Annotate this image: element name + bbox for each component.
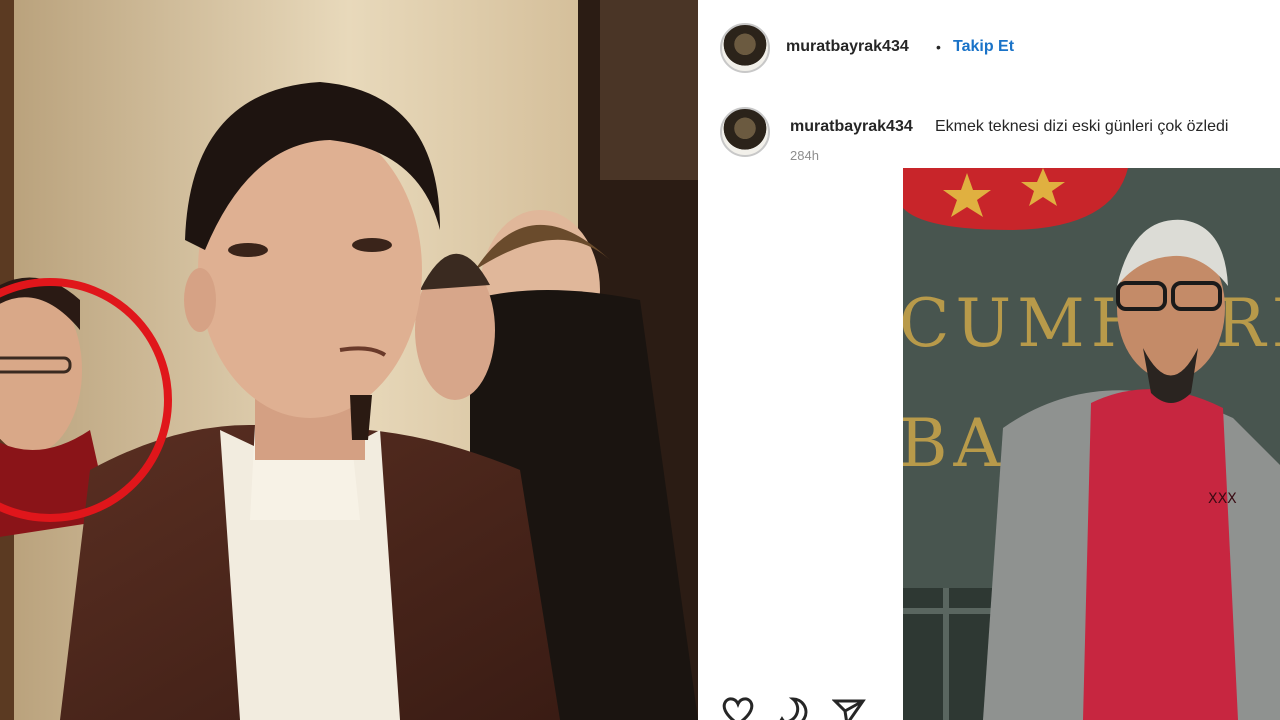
shirt-text: XXX xyxy=(1208,491,1237,507)
tv-scene-illustration xyxy=(0,0,698,720)
profile-avatar[interactable] xyxy=(720,23,770,73)
post-time[interactable]: 284h xyxy=(790,148,819,163)
share-icon[interactable] xyxy=(832,696,866,720)
follow-button[interactable]: Takip Et xyxy=(953,38,1014,56)
comment-icon[interactable] xyxy=(776,696,810,720)
caption-username[interactable]: muratbayrak434 xyxy=(790,118,913,136)
tv-scene-photo xyxy=(0,0,698,720)
heart-icon[interactable] xyxy=(720,696,756,720)
caption-text: Ekmek teknesi dizi eski günleri çok özle… xyxy=(935,118,1229,135)
header-username[interactable]: muratbayrak434 xyxy=(786,38,909,56)
caption-avatar[interactable] xyxy=(720,107,770,157)
post-photo: CUMHURİY BAŞ XXX xyxy=(903,168,1280,720)
instagram-post: muratbayrak434 • Takip Et muratbayrak434… xyxy=(698,0,1280,720)
post-photo-illustration: CUMHURİY BAŞ XXX xyxy=(903,168,1280,720)
separator-dot: • xyxy=(936,39,941,55)
